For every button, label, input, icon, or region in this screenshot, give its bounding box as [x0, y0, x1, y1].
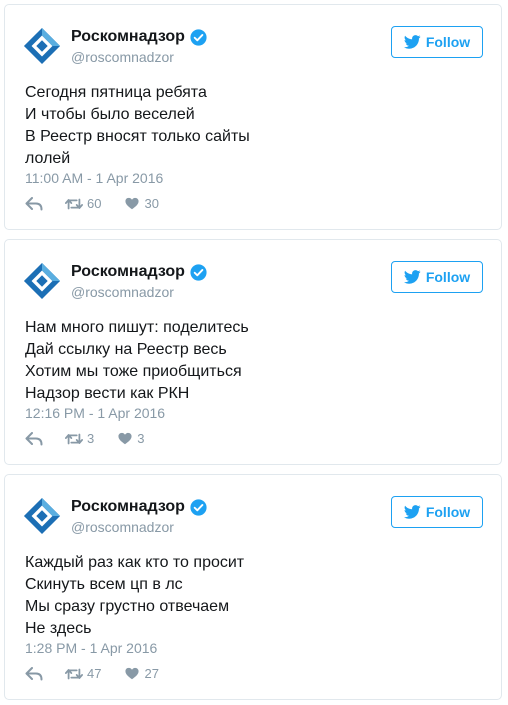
tweet-text-line: Нам много пишут: поделитесь — [25, 319, 249, 336]
like-count: 30 — [144, 196, 159, 211]
roskomnadzor-logo-icon[interactable] — [23, 262, 61, 300]
bird-icon — [403, 270, 421, 284]
author-name[interactable]: Роскомнадзор — [71, 28, 185, 46]
tweet-text-line: Хотим мы тоже приобщиться — [25, 363, 242, 380]
bird-icon — [403, 35, 421, 49]
heart-icon — [118, 432, 132, 445]
tweet-text-line: Каждый раз как кто то просит — [25, 554, 245, 571]
reply-icon — [25, 431, 43, 445]
follow-button[interactable]: Follow — [391, 261, 483, 293]
tweet-timestamp[interactable]: 1:28 PM - 1 Apr 2016 — [25, 640, 157, 656]
author-handle[interactable]: @roscomnadzor — [71, 49, 174, 65]
bird-icon — [403, 505, 421, 519]
tweet-text-line: лолей — [25, 150, 71, 167]
author-row[interactable]: Роскомнадзор — [71, 263, 207, 281]
like-count: 27 — [144, 666, 159, 681]
tweet-actions: 60 30 — [25, 196, 159, 211]
tweet-card[interactable]: Роскомнадзор @roscomnadzor Follow Сегодн… — [4, 4, 502, 230]
roskomnadzor-logo-icon[interactable] — [23, 497, 61, 535]
like-button[interactable]: 30 — [125, 196, 159, 211]
follow-button[interactable]: Follow — [391, 26, 483, 58]
verified-badge-icon — [190, 498, 207, 516]
heart-icon — [125, 667, 140, 680]
author-handle[interactable]: @roscomnadzor — [71, 284, 174, 300]
tweet-text: Нам много пишут: поделитесь Дай ссылку н… — [25, 317, 249, 405]
tweet-text: Сегодня пятница ребята И чтобы было весе… — [25, 82, 250, 170]
tweet-text-line: В Реестр вносят только сайты — [25, 128, 250, 145]
tweet-text-line: Сегодня пятница ребята — [25, 84, 207, 101]
tweet-card[interactable]: Роскомнадзор @roscomnadzor Follow Нам мн… — [4, 239, 502, 465]
author-name[interactable]: Роскомнадзор — [71, 498, 185, 516]
tweet-text-line: Скинуть всем цп в лс — [25, 576, 183, 593]
tweet-actions: 47 27 — [25, 666, 159, 681]
retweet-button[interactable]: 60 — [65, 196, 125, 211]
reply-icon — [25, 666, 43, 680]
like-button[interactable]: 3 — [118, 431, 144, 446]
follow-button[interactable]: Follow — [391, 496, 483, 528]
tweet-text-line: Надзор вести как РКН — [25, 385, 190, 402]
tweet-text-line: И чтобы было веселей — [25, 106, 195, 123]
author-name[interactable]: Роскомнадзор — [71, 263, 185, 281]
tweet-text-line: Мы сразу грустно отвечаем — [25, 598, 230, 615]
author-row[interactable]: Роскомнадзор — [71, 498, 207, 516]
retweet-button[interactable]: 3 — [65, 431, 118, 446]
retweet-icon — [65, 198, 83, 209]
reply-button[interactable] — [25, 666, 65, 681]
tweet-actions: 3 3 — [25, 431, 144, 446]
tweet-text-line: Дай ссылку на Реестр весь — [25, 341, 227, 358]
verified-badge-icon — [190, 263, 207, 281]
retweet-icon — [65, 668, 83, 679]
tweet-card[interactable]: Роскомнадзор @roscomnadzor Follow Каждый… — [4, 474, 502, 700]
reply-icon — [25, 196, 43, 210]
tweet-text-line: Не здесь — [25, 620, 92, 637]
tweet-timestamp[interactable]: 11:00 AM - 1 Apr 2016 — [25, 170, 163, 186]
follow-label: Follow — [425, 34, 471, 50]
retweet-count: 47 — [87, 666, 102, 681]
retweet-button[interactable]: 47 — [65, 666, 125, 681]
follow-label: Follow — [425, 504, 471, 520]
tweet-timestamp[interactable]: 12:16 PM - 1 Apr 2016 — [25, 405, 165, 421]
heart-icon — [125, 197, 140, 210]
reply-button[interactable] — [25, 431, 65, 446]
retweet-icon — [65, 433, 83, 444]
follow-label: Follow — [425, 269, 471, 285]
retweet-count: 3 — [87, 431, 95, 446]
retweet-count: 60 — [87, 196, 102, 211]
author-row[interactable]: Роскомнадзор — [71, 28, 207, 46]
like-button[interactable]: 27 — [125, 666, 159, 681]
reply-button[interactable] — [25, 196, 65, 211]
roskomnadzor-logo-icon[interactable] — [23, 27, 61, 65]
verified-badge-icon — [190, 28, 207, 46]
like-count: 3 — [137, 431, 145, 446]
author-handle[interactable]: @roscomnadzor — [71, 519, 174, 535]
tweet-text: Каждый раз как кто то просит Скинуть все… — [25, 552, 244, 640]
